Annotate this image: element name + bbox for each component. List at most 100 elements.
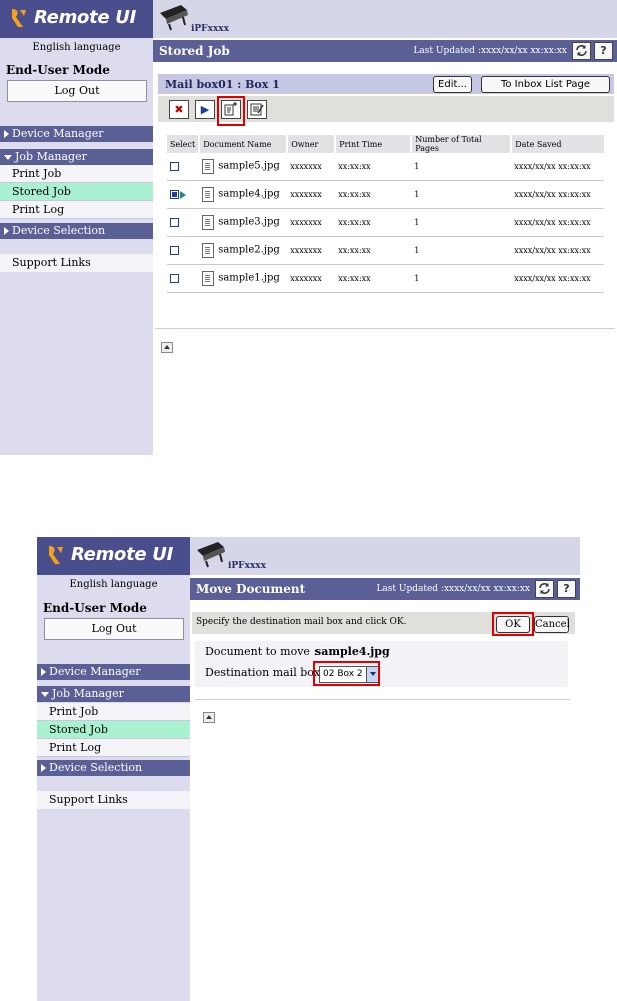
document-icon: [202, 271, 215, 286]
stored-job-screen: Remote UI English language End-User Mode…: [0, 0, 617, 455]
stored-job-table: Select Document Name Owner Print Time Nu…: [167, 135, 604, 293]
select-checkbox[interactable]: [170, 190, 179, 200]
owner-cell: xxxxxxx: [287, 264, 336, 293]
owner-cell: xxxxxxx: [287, 208, 336, 237]
sidebar-device-manager[interactable]: Device Manager: [37, 664, 190, 680]
to-inbox-list-button[interactable]: To Inbox List Page: [481, 76, 610, 93]
document-icon: [202, 187, 215, 202]
help-button[interactable]: ?: [594, 42, 613, 60]
sidebar: Remote UI English language End-User Mode…: [0, 0, 153, 455]
table-row[interactable]: sample1.jpg xxxxxxx xx:xx:xx 1 xxxx/xx/x…: [167, 264, 604, 293]
column-header: Date Saved: [510, 135, 604, 153]
table-row[interactable]: sample3.jpg xxxxxxx xx:xx:xx 1 xxxx/xx/x…: [167, 208, 604, 237]
logo-bar: Remote UI: [37, 537, 190, 575]
print-time-cell: xx:xx:xx: [335, 264, 412, 293]
logout-button[interactable]: Log Out: [44, 618, 184, 640]
refresh-button[interactable]: [535, 580, 554, 598]
owner-cell: xxxxxxx: [287, 180, 336, 209]
select-checkbox[interactable]: [170, 162, 179, 172]
page-title-bar: Stored Job Last Updated :xxxx/xx/xx xx:x…: [153, 40, 617, 62]
table-row[interactable]: sample4.jpg xxxxxxx xx:xx:xx 1 xxxx/xx/x…: [167, 180, 604, 209]
user-mode-label: End-User Mode: [6, 63, 110, 77]
sidebar: Remote UI English language End-User Mode…: [37, 537, 190, 1001]
printer-name: iPFxxxx: [191, 24, 230, 34]
logout-button[interactable]: Log Out: [7, 80, 147, 102]
print-icon: ▶: [200, 103, 210, 116]
document-to-move-label: Document to move :: [205, 645, 318, 658]
sidebar-support-links[interactable]: Support Links: [37, 791, 190, 809]
refresh-button[interactable]: [572, 42, 591, 60]
sidebar-item-print-job[interactable]: Print Job: [0, 165, 153, 183]
date-saved-cell: xxxx/xx/xx xx:xx:xx: [511, 153, 604, 181]
sidebar-item-print-log[interactable]: Print Log: [0, 201, 153, 219]
printer-icon: [197, 542, 225, 568]
pages-cell: 1: [411, 236, 512, 265]
move-document-screen: Remote UI English language End-User Mode…: [37, 537, 580, 1001]
back-to-top-button[interactable]: [161, 342, 173, 353]
select-checkbox[interactable]: [170, 274, 179, 284]
expand-arrow-icon: [4, 130, 9, 138]
page-title: Move Document: [196, 582, 306, 596]
sidebar-item-stored-job[interactable]: Stored Job: [0, 183, 153, 201]
expand-arrow-icon: [41, 764, 46, 772]
document-name[interactable]: sample2.jpg: [218, 245, 280, 256]
language-link[interactable]: English language: [0, 42, 153, 53]
sidebar-device-selection[interactable]: Device Selection: [37, 760, 190, 776]
edit-button[interactable]: Edit...: [433, 76, 472, 93]
pages-cell: 1: [411, 153, 512, 181]
printer-name: iPFxxxx: [228, 561, 267, 571]
edit-details-icon: [250, 103, 264, 116]
column-header: Number of Total Pages: [410, 135, 512, 153]
document-icon: [202, 215, 215, 230]
page-title-bar: Move Document Last Updated :xxxx/xx/xx x…: [190, 578, 580, 600]
owner-cell: xxxxxxx: [287, 153, 336, 181]
date-saved-cell: xxxx/xx/xx xx:xx:xx: [511, 236, 604, 265]
selected-arrow-icon: [180, 190, 186, 199]
table-row[interactable]: sample5.jpg xxxxxxx xx:xx:xx 1 xxxx/xx/x…: [167, 153, 604, 181]
delete-button[interactable]: ✖: [169, 100, 189, 119]
divider: [195, 699, 570, 700]
table-header-row: Select Document Name Owner Print Time Nu…: [167, 135, 604, 153]
ok-button-highlight: [492, 612, 534, 636]
language-link[interactable]: English language: [37, 579, 190, 590]
help-button[interactable]: ?: [557, 580, 576, 598]
date-saved-cell: xxxx/xx/xx xx:xx:xx: [511, 208, 604, 237]
document-name[interactable]: sample1.jpg: [218, 273, 280, 284]
column-header: Document Name: [198, 135, 288, 153]
date-saved-cell: xxxx/xx/xx xx:xx:xx: [511, 180, 604, 209]
sidebar-device-manager[interactable]: Device Manager: [0, 126, 153, 142]
mailbox-title: Mail box01 : Box 1: [165, 78, 280, 91]
document-name[interactable]: sample3.jpg: [218, 217, 280, 228]
sidebar-device-selection[interactable]: Device Selection: [0, 223, 153, 239]
edit-details-button[interactable]: [247, 100, 267, 119]
print-button[interactable]: ▶: [195, 100, 215, 119]
user-mode-label: End-User Mode: [43, 601, 147, 615]
table-row[interactable]: sample2.jpg xxxxxxx xx:xx:xx 1 xxxx/xx/x…: [167, 236, 604, 265]
column-header: Owner: [286, 135, 336, 153]
select-checkbox[interactable]: [170, 246, 179, 256]
document-name[interactable]: sample5.jpg: [218, 161, 280, 172]
document-icon: [202, 243, 215, 258]
divider: [155, 328, 615, 329]
print-time-cell: xx:xx:xx: [335, 236, 412, 265]
collapse-arrow-icon: [41, 691, 49, 697]
document-name[interactable]: sample4.jpg: [218, 189, 280, 200]
sidebar-support-links[interactable]: Support Links: [0, 254, 153, 272]
pages-cell: 1: [411, 208, 512, 237]
select-checkbox[interactable]: [170, 218, 179, 228]
column-header: Print Time: [334, 135, 412, 153]
logo-text: Remote UI: [34, 7, 136, 28]
sidebar-job-manager[interactable]: Job Manager: [37, 686, 190, 702]
expand-arrow-icon: [4, 227, 9, 235]
last-updated: Last Updated :xxxx/xx/xx xx:xx:xx: [376, 584, 530, 594]
destination-select-highlight: [313, 661, 380, 686]
sidebar-item-stored-job[interactable]: Stored Job: [37, 721, 190, 739]
date-saved-cell: xxxx/xx/xx xx:xx:xx: [511, 264, 604, 293]
sidebar-job-manager[interactable]: Job Manager: [0, 149, 153, 165]
owner-cell: xxxxxxx: [287, 236, 336, 265]
back-to-top-button[interactable]: [203, 712, 215, 723]
cancel-button[interactable]: Cancel: [534, 616, 570, 633]
print-time-cell: xx:xx:xx: [335, 153, 412, 181]
sidebar-item-print-log[interactable]: Print Log: [37, 739, 190, 757]
sidebar-item-print-job[interactable]: Print Job: [37, 703, 190, 721]
